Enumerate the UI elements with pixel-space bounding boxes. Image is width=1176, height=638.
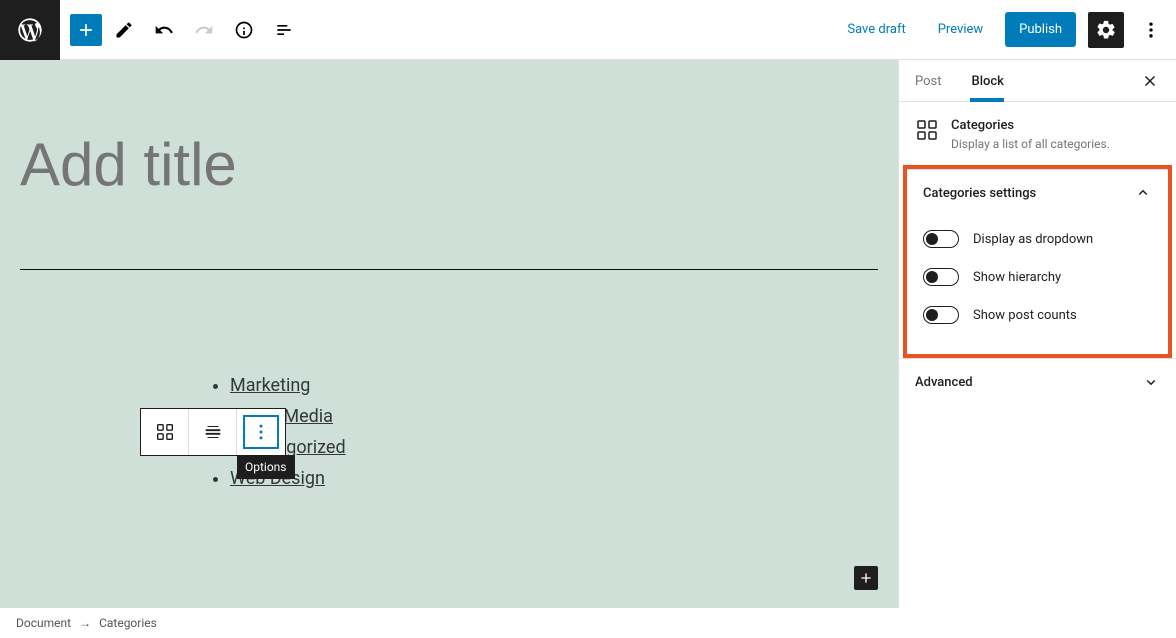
toolbar-right-group: Save draft Preview Publish: [837, 12, 1176, 48]
post-title-input[interactable]: [20, 130, 878, 199]
more-vertical-icon: [251, 422, 271, 442]
breadcrumb-root[interactable]: Document: [16, 616, 71, 630]
category-item[interactable]: Social Media: [230, 406, 878, 427]
save-draft-button[interactable]: Save draft: [837, 14, 915, 45]
toggle-switch[interactable]: [923, 230, 959, 248]
publish-button[interactable]: Publish: [1005, 12, 1076, 47]
more-vertical-icon: [1141, 20, 1161, 40]
categories-settings-panel: Categories settings Display as dropdown …: [907, 169, 1168, 350]
info-button[interactable]: [226, 12, 262, 48]
block-description: Display a list of all categories.: [951, 137, 1110, 151]
undo-button[interactable]: [146, 12, 182, 48]
preview-button[interactable]: Preview: [928, 14, 993, 45]
sidebar-tabs: Post Block: [899, 60, 1176, 102]
toggle-switch[interactable]: [923, 268, 959, 286]
pencil-icon: [114, 20, 134, 40]
block-toolbar: Options: [140, 408, 286, 456]
categories-icon: [915, 118, 939, 142]
block-more-button[interactable]: Options: [237, 409, 285, 455]
top-toolbar: Save draft Preview Publish: [0, 0, 1176, 60]
list-view-icon: [274, 20, 294, 40]
toggle-dropdown[interactable]: Display as dropdown: [923, 220, 1152, 258]
close-icon: [1141, 72, 1159, 90]
breadcrumb: Document → Categories: [0, 608, 898, 638]
outline-button[interactable]: [266, 12, 302, 48]
advanced-panel: Advanced: [899, 358, 1176, 405]
gear-icon: [1095, 19, 1117, 41]
toolbar-left-group: [60, 12, 312, 48]
plus-icon: [76, 20, 96, 40]
toggle-hierarchy[interactable]: Show hierarchy: [923, 258, 1152, 296]
block-type-button[interactable]: [141, 409, 189, 455]
main-area: Options Marketing Social Media Uncategor…: [0, 60, 1176, 608]
panel-toggle-advanced[interactable]: Advanced: [899, 359, 1176, 405]
tab-post[interactable]: Post: [915, 60, 952, 101]
breadcrumb-current[interactable]: Categories: [99, 616, 157, 630]
more-options-button[interactable]: [1136, 12, 1166, 48]
categories-icon: [154, 421, 176, 443]
add-block-button[interactable]: [70, 14, 102, 46]
settings-sidebar: Post Block Categories Display a list of …: [898, 60, 1176, 608]
plus-icon: [858, 570, 874, 586]
toggle-label: Show post counts: [973, 308, 1077, 323]
chevron-down-icon: [1142, 373, 1160, 391]
options-tooltip: Options: [237, 455, 295, 479]
highlight-annotation: Categories settings Display as dropdown …: [903, 165, 1172, 358]
align-button[interactable]: [189, 409, 237, 455]
toggle-label: Show hierarchy: [973, 270, 1061, 285]
align-none-icon: [202, 421, 224, 443]
toggle-switch[interactable]: [923, 306, 959, 324]
block-name: Categories: [951, 118, 1110, 133]
chevron-up-icon: [1134, 184, 1152, 202]
categories-block[interactable]: Marketing Social Media Uncategorized Web…: [20, 310, 878, 489]
category-item[interactable]: Marketing: [230, 375, 878, 396]
panel-toggle-settings[interactable]: Categories settings: [907, 170, 1168, 216]
close-sidebar-button[interactable]: [1132, 63, 1168, 99]
separator-block[interactable]: [20, 269, 878, 270]
category-item[interactable]: Web Design: [230, 468, 878, 489]
category-item[interactable]: Uncategorized: [230, 437, 878, 458]
redo-icon: [194, 20, 214, 40]
redo-button[interactable]: [186, 12, 222, 48]
editor-canvas[interactable]: Options Marketing Social Media Uncategor…: [0, 60, 898, 608]
block-info-header: Categories Display a list of all categor…: [899, 102, 1176, 167]
undo-icon: [154, 20, 174, 40]
wordpress-icon: [16, 16, 44, 44]
tab-block[interactable]: Block: [972, 60, 1014, 101]
settings-button[interactable]: [1088, 12, 1124, 48]
wordpress-logo[interactable]: [0, 0, 60, 60]
append-block-button[interactable]: [854, 566, 878, 590]
edit-mode-button[interactable]: [106, 12, 142, 48]
breadcrumb-separator: →: [79, 616, 91, 630]
toggle-label: Display as dropdown: [973, 232, 1093, 247]
toggle-counts[interactable]: Show post counts: [923, 296, 1152, 334]
info-icon: [234, 20, 254, 40]
